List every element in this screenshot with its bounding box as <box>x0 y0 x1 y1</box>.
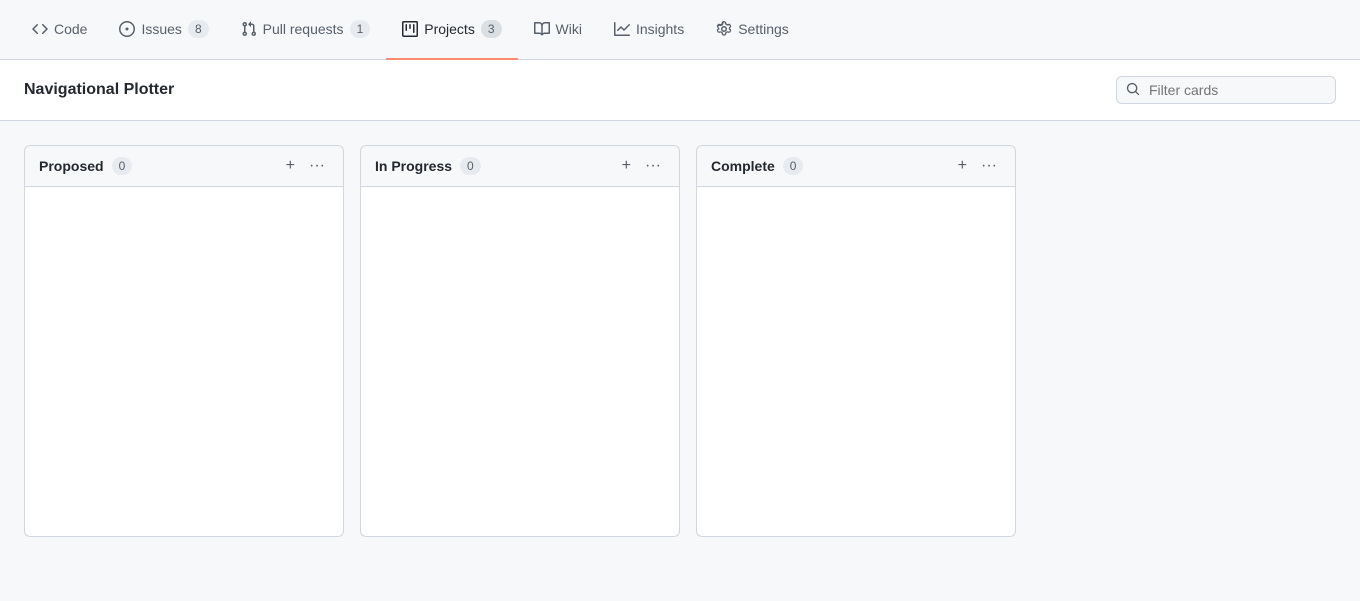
tab-issues-label: Issues <box>141 21 181 37</box>
column-complete-actions: + ··· <box>954 156 1001 176</box>
column-complete-add-button[interactable]: + <box>954 156 971 176</box>
tab-bar: Code Issues 8 Pull requests 1 Projects 3 <box>0 0 1360 60</box>
column-complete-body <box>697 186 1015 536</box>
tab-wiki[interactable]: Wiki <box>518 0 598 60</box>
column-proposed-more-button[interactable]: ··· <box>305 156 329 176</box>
column-proposed-actions: + ··· <box>282 156 329 176</box>
settings-icon <box>716 21 732 37</box>
column-in-progress-title-wrap: In Progress 0 <box>375 157 481 175</box>
projects-icon <box>402 21 418 37</box>
issues-icon <box>119 21 135 37</box>
filter-cards-input[interactable] <box>1116 76 1336 104</box>
column-complete: Complete 0 + ··· <box>696 145 1016 537</box>
column-complete-title: Complete <box>711 158 775 174</box>
project-header: Navigational Plotter <box>0 60 1360 121</box>
tab-projects-badge: 3 <box>481 20 502 38</box>
tab-issues-badge: 8 <box>188 20 209 38</box>
code-icon <box>32 21 48 37</box>
column-complete-header: Complete 0 + ··· <box>697 146 1015 186</box>
column-proposed-title-wrap: Proposed 0 <box>39 157 132 175</box>
column-proposed-title: Proposed <box>39 158 104 174</box>
column-in-progress-header: In Progress 0 + ··· <box>361 146 679 186</box>
tab-insights[interactable]: Insights <box>598 0 700 60</box>
wiki-icon <box>534 21 550 37</box>
tab-settings[interactable]: Settings <box>700 0 805 60</box>
column-proposed-add-button[interactable]: + <box>282 156 299 176</box>
column-in-progress-count: 0 <box>460 157 481 175</box>
column-proposed-body <box>25 186 343 536</box>
column-in-progress-add-button[interactable]: + <box>618 156 635 176</box>
tab-issues[interactable]: Issues 8 <box>103 0 224 60</box>
insights-icon <box>614 21 630 37</box>
tab-pull-requests[interactable]: Pull requests 1 <box>225 0 387 60</box>
tab-settings-label: Settings <box>738 21 789 37</box>
column-complete-title-wrap: Complete 0 <box>711 157 803 175</box>
column-in-progress-more-button[interactable]: ··· <box>641 156 665 176</box>
tab-pull-requests-badge: 1 <box>350 20 371 38</box>
board-area: Proposed 0 + ··· In Progress 0 + ··· <box>0 121 1360 601</box>
tab-code[interactable]: Code <box>16 0 103 60</box>
tab-code-label: Code <box>54 21 87 37</box>
pull-requests-icon <box>241 21 257 37</box>
tab-pull-requests-label: Pull requests <box>263 21 344 37</box>
column-in-progress: In Progress 0 + ··· <box>360 145 680 537</box>
project-title: Navigational Plotter <box>24 81 174 99</box>
column-in-progress-title: In Progress <box>375 158 452 174</box>
tab-insights-label: Insights <box>636 21 684 37</box>
tab-projects-label: Projects <box>424 21 475 37</box>
column-proposed-header: Proposed 0 + ··· <box>25 146 343 186</box>
column-proposed: Proposed 0 + ··· <box>24 145 344 537</box>
column-complete-count: 0 <box>783 157 804 175</box>
filter-search-icon <box>1126 82 1140 99</box>
tab-wiki-label: Wiki <box>556 21 582 37</box>
filter-input-wrap <box>1116 76 1336 104</box>
column-in-progress-actions: + ··· <box>618 156 665 176</box>
column-in-progress-body <box>361 186 679 536</box>
tab-projects[interactable]: Projects 3 <box>386 0 517 60</box>
column-proposed-count: 0 <box>112 157 133 175</box>
column-complete-more-button[interactable]: ··· <box>977 156 1001 176</box>
